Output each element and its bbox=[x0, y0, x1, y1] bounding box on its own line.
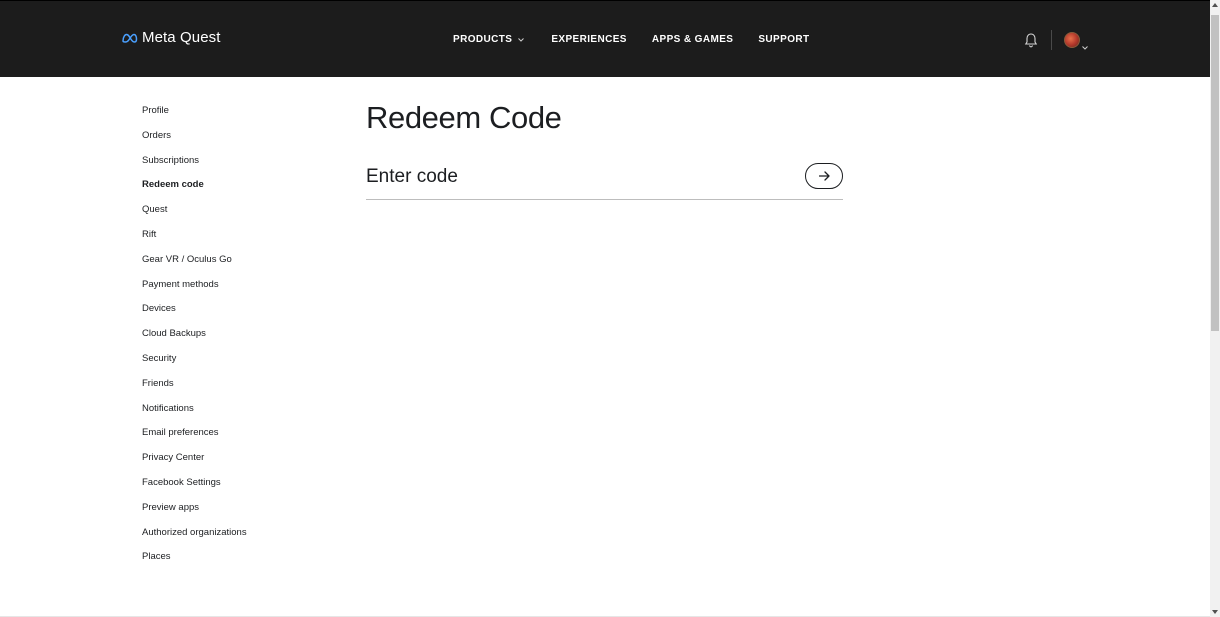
sidebar-item-email-preferences[interactable]: Email preferences bbox=[142, 427, 247, 452]
nav-products-label: PRODUCTS bbox=[453, 34, 513, 45]
bell-icon[interactable] bbox=[1023, 32, 1039, 48]
sidebar-item-orders[interactable]: Orders bbox=[142, 130, 247, 155]
chevron-down-icon bbox=[518, 34, 525, 45]
nav-experiences-label: EXPERIENCES bbox=[551, 34, 627, 45]
avatar-menu-chevron-icon[interactable] bbox=[1082, 37, 1088, 55]
sidebar-item-rift[interactable]: Rift bbox=[142, 229, 247, 254]
nav-support-label: SUPPORT bbox=[758, 34, 810, 45]
sidebar-item-quest[interactable]: Quest bbox=[142, 204, 247, 229]
scrollbar-thumb[interactable] bbox=[1211, 15, 1219, 331]
nav-support[interactable]: SUPPORT bbox=[758, 34, 809, 45]
arrow-right-icon bbox=[818, 169, 830, 184]
meta-logo-icon bbox=[122, 33, 138, 43]
avatar[interactable] bbox=[1064, 32, 1080, 48]
sidebar-item-cloud-backups[interactable]: Cloud Backups bbox=[142, 328, 247, 353]
sidebar-item-privacy-center[interactable]: Privacy Center bbox=[142, 452, 247, 477]
submit-code-button[interactable] bbox=[805, 163, 843, 189]
sidebar-item-redeem-code[interactable]: Redeem code bbox=[142, 179, 247, 204]
sidebar-item-friends[interactable]: Friends bbox=[142, 378, 247, 403]
code-entry-row bbox=[366, 163, 843, 200]
sidebar-item-notifications[interactable]: Notifications bbox=[142, 403, 247, 428]
nav-apps-and-games-label: APPS & GAMES bbox=[651, 34, 734, 45]
sidebar-item-places[interactable]: Places bbox=[142, 551, 247, 576]
nav-experiences[interactable]: EXPERIENCES bbox=[551, 34, 627, 45]
sidebar-item-authorized-organizations[interactable]: Authorized organizations bbox=[142, 527, 247, 552]
scroll-up-arrow-icon[interactable] bbox=[1212, 3, 1218, 7]
redeem-code-panel: Redeem Code bbox=[366, 100, 843, 200]
top-navigation-bar: Meta Quest PRODUCTS EXPERIENCES APPS & G… bbox=[0, 0, 1210, 77]
sidebar-item-profile[interactable]: Profile bbox=[142, 105, 247, 130]
account-sidebar: Profile Orders Subscriptions Redeem code… bbox=[142, 105, 247, 576]
scroll-down-arrow-icon[interactable] bbox=[1212, 610, 1218, 614]
vertical-scrollbar[interactable] bbox=[1210, 0, 1220, 617]
nav-products[interactable]: PRODUCTS bbox=[453, 34, 525, 45]
sidebar-item-payment-methods[interactable]: Payment methods bbox=[142, 279, 247, 304]
sidebar-item-facebook-settings[interactable]: Facebook Settings bbox=[142, 477, 247, 502]
code-input[interactable] bbox=[366, 164, 786, 190]
sidebar-item-devices[interactable]: Devices bbox=[142, 303, 247, 328]
page-title: Redeem Code bbox=[366, 100, 562, 135]
sidebar-item-subscriptions[interactable]: Subscriptions bbox=[142, 155, 247, 180]
logo-text: Meta Quest bbox=[142, 29, 221, 46]
nav-apps-and-games[interactable]: APPS & GAMES bbox=[652, 34, 733, 45]
sidebar-item-gear-vr-oculus-go[interactable]: Gear VR / Oculus Go bbox=[142, 254, 247, 279]
main-nav: PRODUCTS EXPERIENCES APPS & GAMES SUPPOR… bbox=[453, 34, 810, 45]
sidebar-item-preview-apps[interactable]: Preview apps bbox=[142, 502, 247, 527]
sidebar-item-security[interactable]: Security bbox=[142, 353, 247, 378]
header-divider bbox=[1051, 30, 1052, 50]
meta-quest-logo[interactable]: Meta Quest bbox=[121, 29, 221, 46]
